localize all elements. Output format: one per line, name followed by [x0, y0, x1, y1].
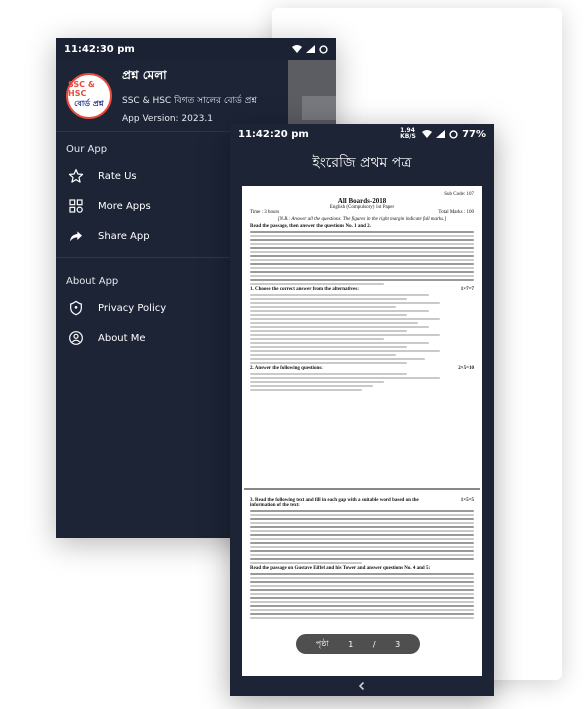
page-indicator[interactable]: পৃষ্ঠা 1 / 3 — [296, 634, 420, 654]
doc-note: [N.B.: Answer all the questions. The fig… — [277, 217, 447, 222]
menu-label: Privacy Policy — [98, 302, 167, 314]
status-bar: 11:42:30 pm — [56, 38, 336, 60]
logo-text-line1: SSC & HSC — [68, 80, 95, 98]
screenshot-stage: 11:42:30 pm SSC & HSC বোর্ড প্রশ্ন প্রশ্… — [0, 0, 586, 709]
pdf-page-1: Sub Code: 107 All Boards-2018 English (C… — [244, 188, 480, 486]
share-arrow-icon — [70, 231, 82, 242]
star-icon — [68, 169, 84, 183]
battery-ring-icon — [319, 44, 328, 54]
doc-marks: Total Marks : 100 — [438, 210, 474, 215]
menu-label: Rate Us — [98, 170, 137, 182]
pdf-viewer[interactable]: Sub Code: 107 All Boards-2018 English (C… — [242, 186, 482, 676]
sub-code: Sub Code: 107 — [444, 192, 474, 197]
system-nav-bar — [230, 676, 494, 696]
doc-question-3: 3. Read the following text and fill in e… — [250, 498, 474, 508]
menu-label: About Me — [98, 332, 146, 344]
menu-label: More Apps — [98, 200, 151, 212]
app-subtitle: SSC & HSC বিগত সালের বোর্ড প্রশ্ন — [122, 96, 257, 106]
page-total: 3 — [395, 639, 401, 649]
page-current: 1 — [348, 639, 354, 649]
back-chevron-icon[interactable] — [357, 681, 367, 691]
drawer-header: SSC & HSC বোর্ড প্রশ্ন প্রশ্ন মেলা SSC &… — [56, 60, 288, 132]
status-icons: 1.94 KB/S 77% — [400, 128, 486, 140]
wifi-icon — [292, 45, 302, 53]
wifi-icon — [422, 130, 433, 138]
app-version: App Version: 2023.1 — [122, 114, 213, 124]
reader-phone: 11:42:20 pm 1.94 KB/S 77% ইংরেজি প্রথম প… — [230, 124, 494, 696]
logo-text-line2: বোর্ড প্রশ্ন — [74, 99, 104, 108]
network-speed: 1.94 KB/S — [400, 127, 416, 140]
person-icon — [69, 331, 83, 345]
doc-passage-lead-2: Read the passage on Gustave Eiffel and h… — [250, 566, 431, 571]
doc-time: Time : 3 hours — [250, 210, 280, 215]
doc-question-1: 1. Choose the correct answer from the al… — [250, 287, 474, 292]
shield-icon — [70, 300, 82, 316]
signal-icon — [306, 45, 315, 53]
app-name: প্রশ্ন মেলা — [122, 68, 167, 82]
page-separator: / — [372, 639, 376, 649]
battery-ring-icon — [449, 129, 458, 139]
status-time: 11:42:20 pm — [238, 128, 309, 140]
doc-passage-lead: Read the passage, then answer the questi… — [250, 224, 371, 229]
doc-heading: All Boards-2018 — [337, 197, 387, 205]
battery-percent: 77% — [462, 128, 486, 140]
menu-label: Share App — [98, 230, 150, 242]
grid-icon — [69, 199, 83, 213]
app-logo: SSC & HSC বোর্ড প্রশ্ন — [66, 72, 112, 119]
status-bar: 11:42:20 pm 1.94 KB/S 77% — [230, 124, 494, 144]
doc-question-2: 2. Answer the following questions: 2×5=10 — [250, 366, 474, 371]
status-time: 11:42:30 pm — [64, 43, 135, 55]
screen-title: ইংরেজি প্রথম পত্র — [312, 155, 412, 171]
signal-icon — [436, 130, 446, 138]
status-icons — [292, 44, 328, 54]
page-label: পৃষ্ঠা — [315, 638, 329, 648]
